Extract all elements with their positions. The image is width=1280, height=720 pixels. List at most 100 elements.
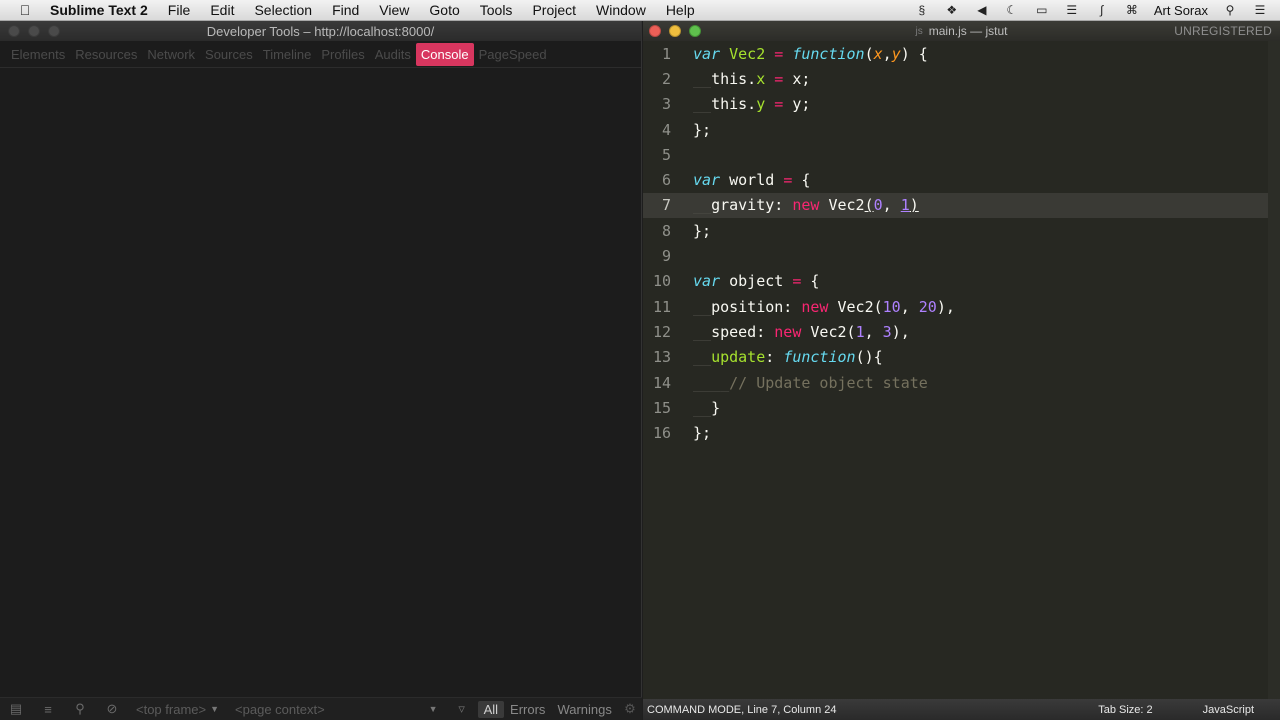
- tab-audits[interactable]: Audits: [370, 43, 416, 66]
- code-text: __position: new Vec2(10, 20),: [693, 297, 955, 316]
- syntax-selector[interactable]: JavaScript: [1203, 704, 1254, 716]
- sublime-title: main.js — jstut: [928, 24, 1008, 38]
- line-number: 13: [652, 348, 671, 367]
- menu-help[interactable]: Help: [656, 2, 705, 18]
- code-line[interactable]: 10 var object = {: [643, 269, 1280, 294]
- devtools-tabs: Elements Resources Network Sources Timel…: [0, 41, 641, 68]
- line-number: 4: [661, 120, 671, 139]
- code-line[interactable]: 1 var Vec2 = function(x,y) {: [643, 41, 1280, 66]
- menu-tools[interactable]: Tools: [470, 2, 523, 18]
- bluetooth-icon[interactable]: ∫: [1094, 3, 1110, 17]
- menu-view[interactable]: View: [369, 2, 419, 18]
- code-line[interactable]: 2 __this.x = x;: [643, 66, 1280, 91]
- code-text: var Vec2 = function(x,y) {: [693, 44, 928, 63]
- code-text: ____// Update object state: [693, 373, 928, 392]
- minimize-button[interactable]: [28, 25, 40, 37]
- code-line[interactable]: 6 var world = {: [643, 167, 1280, 192]
- window-controls: [8, 25, 60, 37]
- menu-edit[interactable]: Edit: [200, 2, 244, 18]
- search-icon[interactable]: ⚲: [64, 701, 96, 717]
- minimize-button[interactable]: [669, 25, 681, 37]
- keyboard-icon[interactable]: ⌘: [1124, 3, 1140, 17]
- tab-network[interactable]: Network: [142, 43, 200, 66]
- menu-goto[interactable]: Goto: [419, 2, 469, 18]
- code-line-current[interactable]: 7 __gravity: new Vec2(0, 1): [643, 192, 1280, 219]
- line-number: 16: [652, 424, 671, 443]
- line-number: 15: [652, 398, 671, 417]
- sublime-titlebar[interactable]: js main.js — jstut UNREGISTERED: [643, 21, 1280, 41]
- wifi-icon[interactable]: ☰: [1064, 3, 1080, 17]
- filter-warnings-button[interactable]: Warnings: [551, 701, 617, 718]
- tab-size-selector[interactable]: Tab Size: 2: [1098, 704, 1152, 716]
- chevron-down-icon: ▼: [428, 704, 438, 714]
- code-line[interactable]: 4 };: [643, 117, 1280, 142]
- code-text: __update: function(){: [693, 348, 883, 367]
- media-icon[interactable]: ◀: [974, 3, 990, 17]
- menu-window[interactable]: Window: [586, 2, 656, 18]
- context-select[interactable]: <page context> ▼: [227, 702, 446, 717]
- line-number: 10: [652, 272, 671, 291]
- code-line[interactable]: 13 __update: function(){: [643, 345, 1280, 370]
- display-icon[interactable]: ▭: [1034, 3, 1050, 17]
- devtools-titlebar[interactable]: Developer Tools – http://localhost:8000/: [0, 21, 641, 41]
- unregistered-label: UNREGISTERED: [1174, 24, 1272, 38]
- filter-errors-button[interactable]: Errors: [504, 701, 551, 718]
- code-line[interactable]: 11 __position: new Vec2(10, 20),: [643, 294, 1280, 319]
- code-text: var world = {: [693, 171, 811, 190]
- menu-project[interactable]: Project: [522, 2, 586, 18]
- tab-resources[interactable]: Resources: [70, 43, 142, 66]
- console-output[interactable]: [0, 68, 642, 698]
- dropbox-icon[interactable]: ❖: [944, 3, 960, 17]
- app-menu[interactable]: Sublime Text 2: [50, 2, 158, 18]
- code-line[interactable]: 14 ____// Update object state: [643, 370, 1280, 395]
- tab-pagespeed[interactable]: PageSpeed: [474, 43, 552, 66]
- gear-icon[interactable]: ⚙: [618, 701, 642, 717]
- tab-elements[interactable]: Elements: [6, 43, 70, 66]
- menu-selection[interactable]: Selection: [244, 2, 322, 18]
- line-number: 7: [661, 196, 671, 215]
- context-select-value: <page context>: [235, 701, 325, 717]
- code-text: __this.y = y;: [693, 95, 811, 114]
- clear-console-icon[interactable]: ⊘: [96, 701, 128, 717]
- tab-sources[interactable]: Sources: [200, 43, 258, 66]
- menu-file[interactable]: File: [158, 2, 201, 18]
- spotlight-icon[interactable]: ⚲: [1222, 3, 1238, 17]
- close-button[interactable]: [8, 25, 20, 37]
- zoom-button[interactable]: [48, 25, 60, 37]
- code-line[interactable]: 16 };: [643, 420, 1280, 445]
- status-bar: COMMAND MODE, Line 7, Column 24 Tab Size…: [643, 699, 1280, 720]
- code-text: };: [693, 120, 712, 139]
- filter-all-button[interactable]: All: [477, 700, 505, 718]
- code-text: };: [693, 221, 712, 240]
- code-line[interactable]: 5: [643, 142, 1280, 167]
- code-text: __gravity: new Vec2(0, 1): [693, 196, 919, 215]
- js-file-icon: js: [915, 25, 923, 37]
- status-mode: COMMAND MODE, Line 7, Column 24: [647, 703, 837, 716]
- zoom-button[interactable]: [689, 25, 701, 37]
- dock-icon[interactable]: ▤: [0, 701, 32, 717]
- frame-select[interactable]: <top frame> ▼: [128, 702, 227, 717]
- frame-select-value: <top frame>: [136, 701, 207, 717]
- tab-profiles[interactable]: Profiles: [316, 43, 369, 66]
- code-editor[interactable]: 1 var Vec2 = function(x,y) { 2 __this.x …: [643, 41, 1280, 699]
- tab-console[interactable]: Console: [415, 42, 474, 66]
- line-number: 9: [661, 247, 671, 266]
- code-line[interactable]: 15 __}: [643, 395, 1280, 420]
- tab-timeline[interactable]: Timeline: [258, 43, 317, 66]
- apple-icon[interactable]: : [0, 2, 50, 18]
- user-name[interactable]: Art Sorax: [1154, 3, 1208, 18]
- code-line[interactable]: 8 };: [643, 218, 1280, 243]
- script-icon[interactable]: §: [914, 3, 930, 17]
- code-text: };: [693, 424, 712, 443]
- code-text: __this.x = x;: [693, 69, 811, 88]
- code-line[interactable]: 9: [643, 243, 1280, 268]
- code-line[interactable]: 12 __speed: new Vec2(1, 3),: [643, 319, 1280, 344]
- close-button[interactable]: [649, 25, 661, 37]
- scrollbar-track[interactable]: [1268, 41, 1280, 699]
- code-line[interactable]: 3 __this.y = y;: [643, 92, 1280, 117]
- drawer-icon[interactable]: ≡: [32, 702, 64, 717]
- menu-find[interactable]: Find: [322, 2, 369, 18]
- notification-center-icon[interactable]: ☰: [1252, 3, 1268, 17]
- moon-icon[interactable]: ☾: [1004, 3, 1020, 17]
- filter-icon[interactable]: ▿: [446, 701, 478, 717]
